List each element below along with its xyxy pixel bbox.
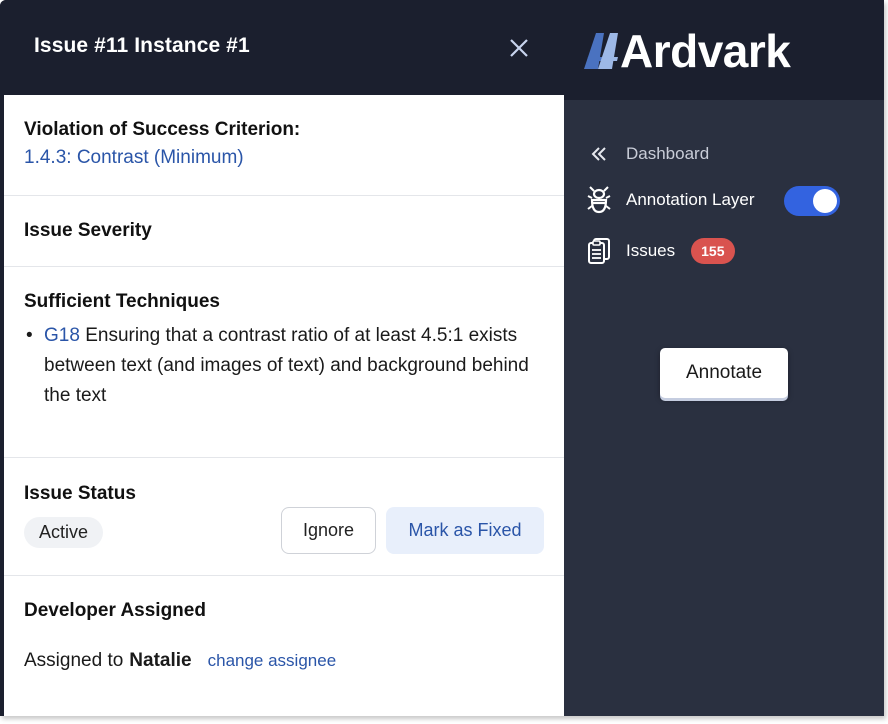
issues-count-badge: 155: [691, 238, 735, 264]
issue-panel-title: Issue #11 Instance #1: [34, 34, 250, 57]
bullet: •: [26, 325, 33, 346]
nav-issues[interactable]: Issues 155: [586, 237, 735, 265]
assignee-row: Assigned to Natalie change assignee: [24, 650, 564, 672]
annotate-button[interactable]: Annotate: [660, 348, 788, 398]
logo-text: Ardvark: [620, 25, 791, 77]
violation-section: Violation of Success Criterion: 1.4.3: C…: [4, 95, 564, 196]
status-badge: Active: [24, 517, 104, 548]
nav-dashboard-label: Dashboard: [626, 144, 710, 163]
app-sidebar: Ardvark Dashboard Annotation Layer Issue…: [564, 0, 884, 716]
technique-code-link[interactable]: G18: [44, 325, 80, 346]
nav-annotation-layer-label: Annotation Layer: [626, 190, 755, 209]
severity-heading: Issue Severity: [24, 220, 152, 241]
violation-heading: Violation of Success Criterion:: [24, 119, 301, 140]
close-x-icon: [510, 39, 528, 57]
logo-mark-icon: [584, 33, 618, 69]
assignee-name: Natalie: [129, 650, 192, 671]
mark-as-fixed-button[interactable]: Mark as Fixed: [386, 507, 544, 554]
double-chevron-left-icon: [586, 140, 612, 168]
assigned-prefix: Assigned to: [24, 650, 124, 671]
app-window: Ardvark Dashboard Annotation Layer Issue…: [0, 0, 884, 716]
toggle-knob: [813, 189, 837, 213]
issue-panel-header: Issue #11 Instance #1: [0, 0, 564, 95]
technique-description: Ensuring that a contrast ratio of at lea…: [44, 325, 529, 406]
severity-section: Issue Severity: [4, 196, 564, 267]
clipboard-list-icon: [586, 237, 612, 265]
nav-issues-label: Issues: [626, 241, 676, 260]
issue-panel-body: Violation of Success Criterion: 1.4.3: C…: [4, 95, 564, 716]
app-sidebar-header: Ardvark: [564, 0, 884, 100]
techniques-section: Sufficient Techniques • G18 Ensuring that…: [4, 267, 564, 458]
bug-icon: [586, 186, 612, 214]
ardvark-logo[interactable]: Ardvark: [584, 25, 791, 77]
nav-dashboard[interactable]: Dashboard: [586, 140, 709, 168]
close-panel-button[interactable]: [504, 33, 534, 63]
status-section: Issue Status Active Ignore Mark as Fixed: [4, 458, 564, 576]
techniques-heading: Sufficient Techniques: [24, 291, 221, 312]
ignore-button[interactable]: Ignore: [281, 507, 376, 554]
developer-section: Developer Assigned Assigned to Natalie c…: [4, 576, 564, 716]
criterion-link[interactable]: 1.4.3: Contrast (Minimum): [24, 147, 564, 169]
technique-item: • G18 Ensuring that a contrast ratio of a…: [24, 321, 534, 411]
status-heading: Issue Status: [24, 483, 136, 504]
nav-annotation-layer[interactable]: Annotation Layer: [586, 186, 755, 214]
developer-heading: Developer Assigned: [24, 600, 206, 621]
techniques-list: • G18 Ensuring that a contrast ratio of a…: [24, 321, 564, 411]
change-assignee-link[interactable]: change assignee: [208, 651, 337, 671]
annotation-layer-toggle[interactable]: [784, 186, 840, 216]
